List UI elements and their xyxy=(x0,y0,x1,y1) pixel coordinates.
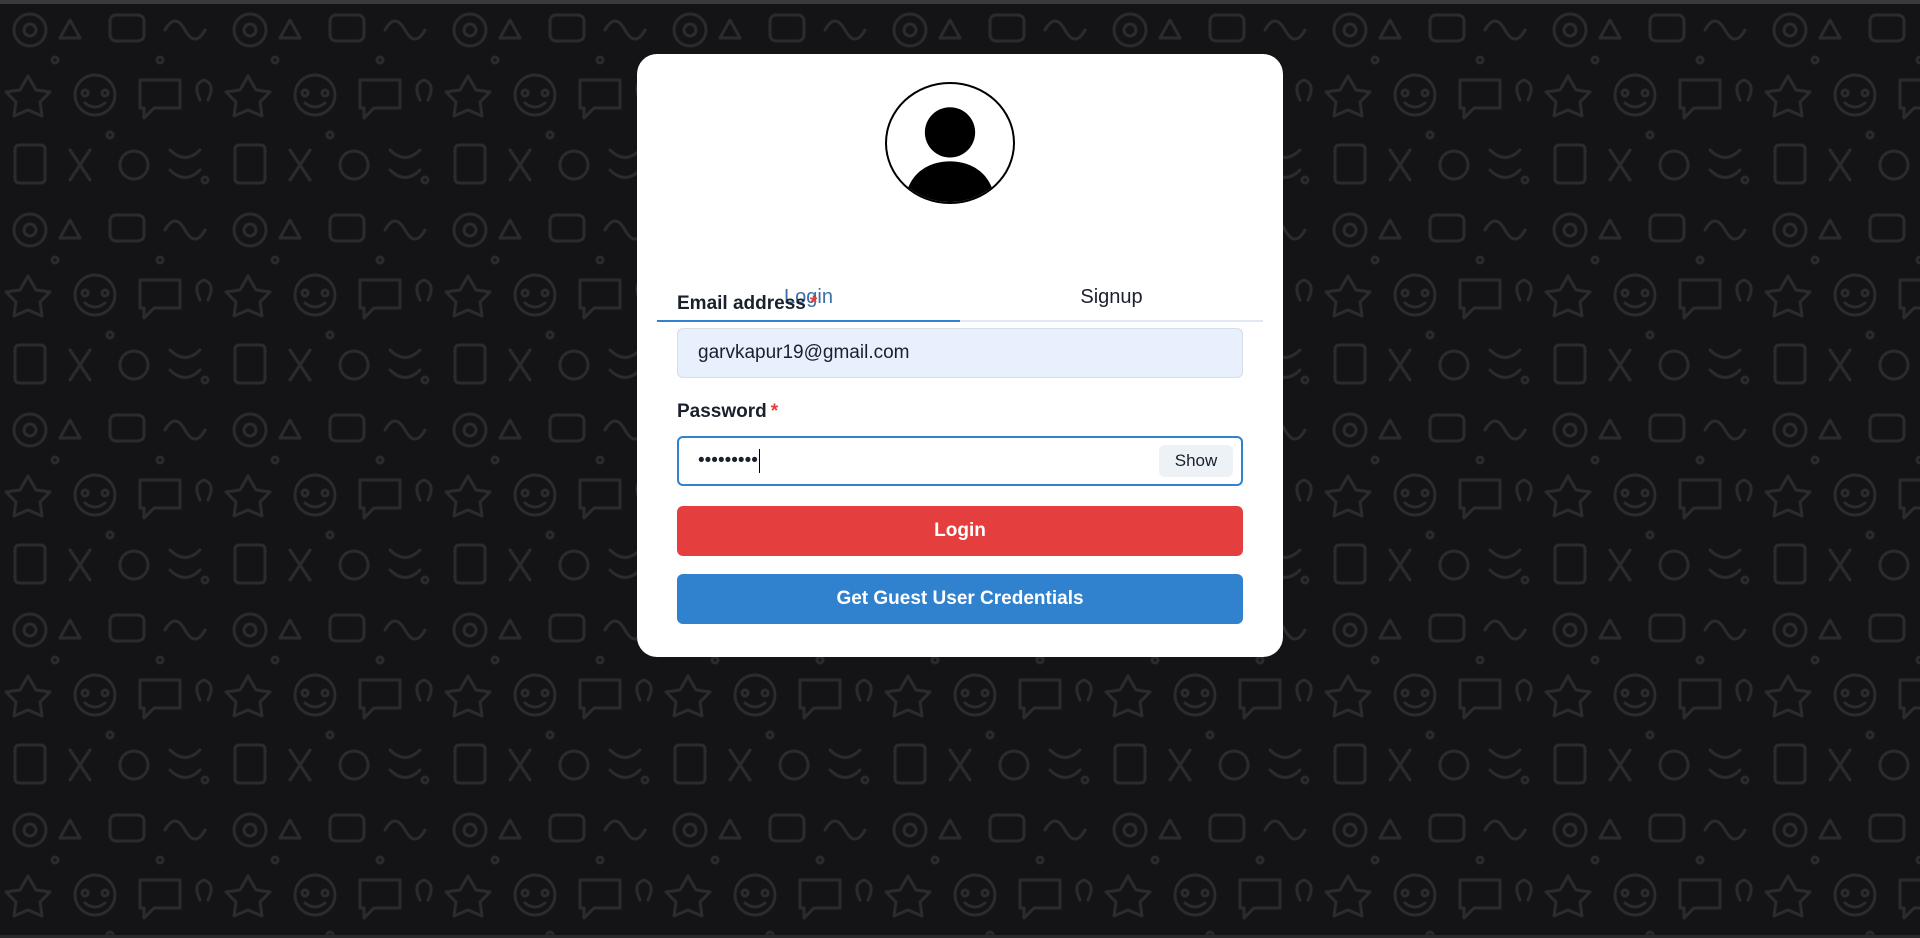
email-required-marker: * xyxy=(809,293,818,314)
password-label-text: Password xyxy=(677,401,767,422)
auth-card: Login Signup Email address * garvkapur19@… xyxy=(637,54,1283,657)
show-password-button[interactable]: Show xyxy=(1159,445,1233,477)
password-label: Password * xyxy=(677,401,778,423)
email-field[interactable]: garvkapur19@gmail.com xyxy=(677,328,1243,378)
user-avatar-icon xyxy=(885,82,1015,204)
password-value: ••••••••• xyxy=(698,450,758,471)
password-required-marker: * xyxy=(770,401,779,422)
email-label: Email address * xyxy=(677,293,817,315)
active-tab-indicator xyxy=(657,320,960,322)
email-label-text: Email address xyxy=(677,293,806,314)
password-field[interactable]: ••••••••• Show xyxy=(677,436,1243,486)
login-button[interactable]: Login xyxy=(677,506,1243,556)
email-value: garvkapur19@gmail.com xyxy=(698,342,910,363)
text-caret xyxy=(758,448,761,473)
guest-credentials-button[interactable]: Get Guest User Credentials xyxy=(677,574,1243,624)
top-border xyxy=(0,0,1920,4)
tab-signup[interactable]: Signup xyxy=(960,272,1263,322)
